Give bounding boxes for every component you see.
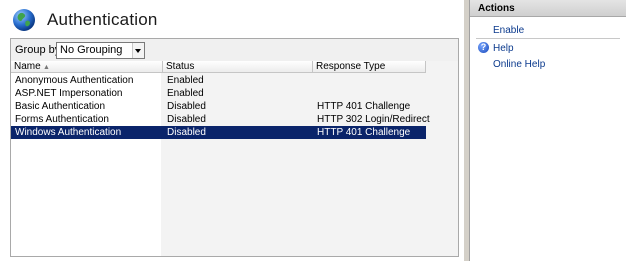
help-link[interactable]: Help [493,43,514,54]
cell-name: Forms Authentication [15,114,109,125]
chevron-down-icon[interactable] [132,43,144,58]
column-header-name-label: Name [14,61,41,72]
sort-ascending-icon: ▲ [43,64,50,71]
cell-status: Enabled [167,75,204,86]
enable-link[interactable]: Enable [493,25,524,36]
table-row[interactable]: ASP.NET Impersonation Enabled [11,87,426,100]
cell-status: Disabled [167,101,206,112]
cell-status: Disabled [167,127,206,138]
group-by-value: No Grouping [60,44,123,56]
group-by-bar: Group by: No Grouping [11,39,458,62]
cell-response-type: HTTP 401 Challenge [317,101,411,112]
features-pane: Authentication Group by: No Grouping Nam… [0,0,464,261]
cell-status: Disabled [167,114,206,125]
table: Name ▲ Status Response Type Anonymous Au… [11,61,458,256]
group-by-dropdown[interactable]: No Grouping [56,42,145,59]
online-help-link[interactable]: Online Help [493,59,545,70]
cell-name: ASP.NET Impersonation [15,88,123,99]
globe-icon [13,9,35,31]
column-header-status[interactable]: Status [163,61,313,72]
table-row[interactable]: Forms Authentication Disabled HTTP 302 L… [11,113,430,126]
actions-title: Actions [478,3,515,14]
actions-header: Actions [470,0,626,17]
authentication-list: Group by: No Grouping Name ▲ Status Resp… [10,38,459,257]
actions-pane: Actions Enable ? Help Online Help [469,0,626,261]
column-header-response-type[interactable]: Response Type [313,61,426,72]
cell-response-type: HTTP 401 Challenge [317,127,411,138]
cell-name: Anonymous Authentication [15,75,134,86]
table-row-selected[interactable]: Windows Authentication Disabled HTTP 401… [11,126,426,139]
divider [476,38,620,39]
cell-status: Enabled [167,88,204,99]
table-row[interactable]: Anonymous Authentication Enabled [11,74,426,87]
table-header: Name ▲ Status Response Type [11,61,426,73]
cell-response-type: HTTP 302 Login/Redirect [317,114,430,125]
column-header-name[interactable]: Name ▲ [11,61,163,72]
page-title: Authentication [47,10,158,29]
cell-name: Basic Authentication [15,101,106,112]
cell-name: Windows Authentication [15,127,122,138]
table-row[interactable]: Basic Authentication Disabled HTTP 401 C… [11,100,426,113]
help-icon[interactable]: ? [478,42,489,53]
